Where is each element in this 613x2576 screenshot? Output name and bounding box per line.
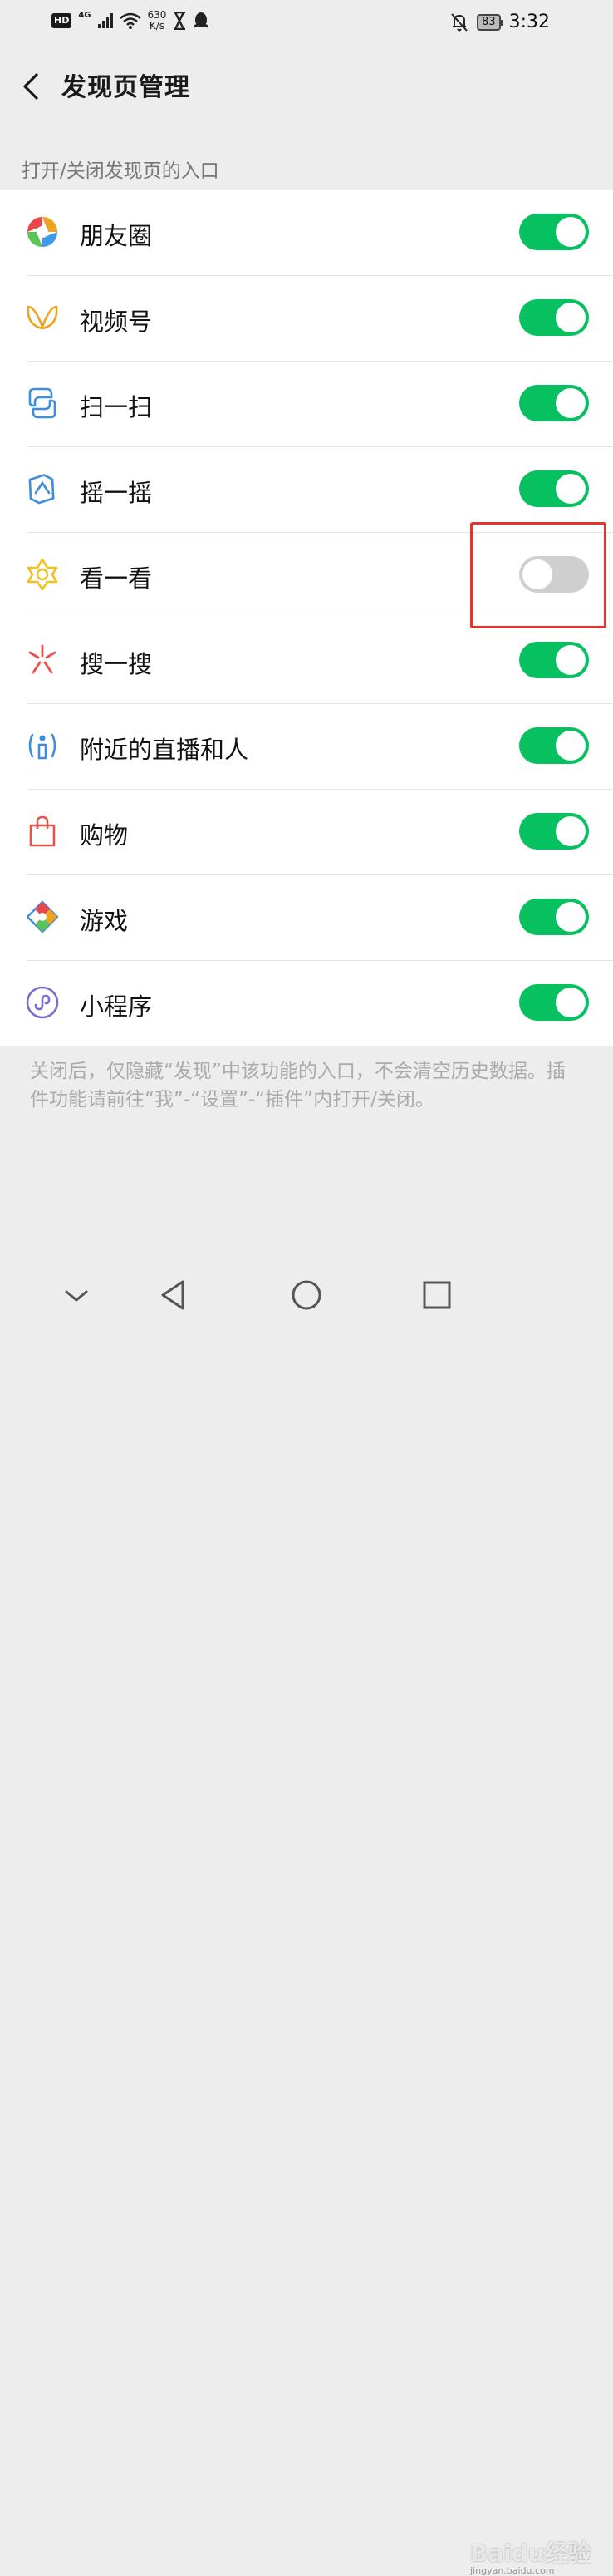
toggle-moments[interactable] — [519, 214, 589, 250]
list-item-moments: 朋友圈 — [0, 190, 613, 275]
toggle-nearby[interactable] — [519, 727, 589, 764]
toggle-search[interactable] — [519, 642, 589, 678]
item-label: 附近的直播和人 — [80, 736, 249, 764]
mini-programs-icon — [26, 986, 59, 1019]
shopping-bag-icon — [29, 815, 56, 847]
item-label: 小程序 — [80, 992, 153, 1021]
nav-home-icon[interactable] — [288, 1277, 325, 1313]
section-label: 打开/关闭发现页的入口 — [22, 160, 219, 182]
item-label: 扫一扫 — [80, 393, 153, 421]
page-title: 发现页管理 — [61, 73, 190, 102]
list-item-mini-programs: 小程序 — [0, 960, 613, 1046]
watermark: Baidu经验 jingyan.baidu.com — [470, 2535, 591, 2576]
channels-icon — [27, 305, 58, 330]
list-item-channels: 视频号 — [0, 275, 613, 361]
footer-note: 关闭后，仅隐藏“发现”中该功能的入口，不会清空历史数据。插件功能请前往“我”-“… — [30, 1061, 566, 1111]
hourglass-icon — [174, 12, 186, 30]
signal-icon — [97, 13, 113, 28]
moments-icon — [27, 216, 58, 248]
back-arrow-icon[interactable] — [18, 70, 43, 103]
nearby-icon — [28, 733, 56, 760]
shake-icon — [28, 474, 55, 505]
list-item-games: 游戏 — [0, 874, 613, 960]
item-label: 搜一搜 — [80, 650, 153, 678]
nav-recents-icon[interactable] — [419, 1277, 455, 1313]
list-item-shake: 摇一摇 — [0, 446, 613, 532]
watermark-text: Baidu经验 — [470, 2539, 591, 2567]
nav-back-icon[interactable] — [156, 1277, 193, 1313]
battery-indicator: 83 — [477, 13, 503, 31]
games-icon — [26, 900, 59, 933]
item-label: 视频号 — [80, 308, 153, 336]
speed-unit: K/s — [149, 20, 165, 32]
list-item-search: 搜一搜 — [0, 618, 613, 703]
item-label: 游戏 — [80, 907, 129, 935]
clock: 3:32 — [508, 12, 550, 32]
wifi-icon — [119, 12, 141, 29]
toggle-games[interactable] — [519, 899, 589, 935]
speed-value: 630 — [147, 9, 167, 21]
toggle-scan[interactable] — [519, 385, 589, 421]
item-label: 摇一摇 — [80, 479, 153, 507]
scan-icon — [28, 387, 56, 419]
list-item-shopping: 购物 — [0, 789, 613, 874]
top-stories-icon — [27, 558, 58, 591]
search-icon — [28, 644, 56, 674]
status-bar: HD 4G 630 K/s 83 3:32 — [0, 0, 613, 47]
hd-indicator: HD — [51, 13, 72, 28]
nav-bar: 发现页管理 — [0, 47, 613, 126]
qq-icon — [194, 12, 209, 28]
item-label: 看一看 — [80, 564, 153, 593]
list-item-nearby: 附近的直播和人 — [0, 703, 613, 789]
toggle-mini-programs[interactable] — [519, 984, 589, 1021]
highlight-annotation — [470, 522, 606, 628]
item-label: 购物 — [80, 821, 129, 850]
bell-off-icon — [451, 12, 468, 32]
network-speed: 630 K/s — [148, 10, 167, 32]
toggle-channels[interactable] — [519, 299, 589, 336]
item-label: 朋友圈 — [80, 222, 153, 250]
toggle-shopping[interactable] — [519, 813, 589, 850]
list-item-scan: 扫一扫 — [0, 361, 613, 446]
toggle-shake[interactable] — [519, 470, 589, 507]
system-nav-bar: Baidu经验 jingyan.baidu.com — [0, 1263, 613, 2576]
chevron-down-icon[interactable] — [58, 1277, 95, 1313]
network-type: 4G — [78, 10, 91, 20]
